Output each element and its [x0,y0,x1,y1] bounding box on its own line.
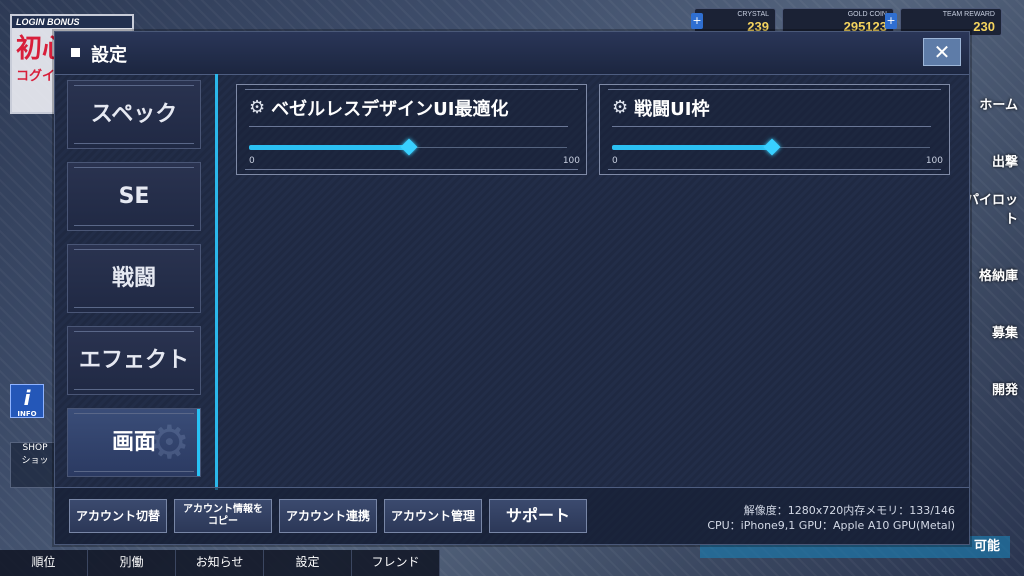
support-button[interactable]: サポート [489,499,587,533]
account-link-label: アカウント連携 [285,509,370,523]
system-info-resolution: 解像度：1280x720内存メモリ：133/146 [743,504,955,517]
close-button[interactable]: ✕ [923,38,961,66]
card-top-rule [608,89,941,90]
setting-header: ⚙ ベゼルレスデザインUI最適化 [249,95,508,121]
header-square-icon [71,48,80,57]
copy-account-info-label: アカウント情報を コピー [183,504,263,527]
nav-friends[interactable]: フレンド [352,550,440,576]
shop-sublabel: ショッ [21,456,49,466]
menu-pilot[interactable]: パイロット [962,174,1024,231]
team-reward-label: TEAM REWARD [942,11,995,18]
title-rule [249,126,568,127]
tab-screen-label: 画面 [111,430,156,455]
info-glyph: i [23,386,31,410]
team-reward-value: 230 [973,19,995,34]
tab-battle[interactable]: 戦闘 [67,244,201,313]
copy-account-info-button[interactable]: アカウント情報を コピー [174,499,272,533]
crystal-add-button[interactable]: + [691,13,703,29]
active-tab-indicator [197,409,200,476]
menu-recruit[interactable]: 募集 [962,288,1024,345]
account-switch-button[interactable]: アカウント切替 [69,499,167,533]
bottom-nav: 順位 別働 お知らせ 設定 フレンド [0,550,440,576]
system-info-hardware: CPU：iPhone9,1 GPU：Apple A10 GPU(Metal) [707,519,955,532]
tab-spec-label: スペック [90,102,178,127]
settings-sidebar: スペック SE 戦闘 エフェクト ⚙ 画面 [67,80,203,478]
menu-home[interactable]: ホーム [962,60,1024,117]
dialog-footer: アカウント切替 アカウント情報を コピー アカウント連携 アカウント管理 サポー… [55,487,969,544]
nav-news[interactable]: お知らせ [176,550,264,576]
slider-fill [612,145,774,150]
menu-sortie[interactable]: 出撃 [962,117,1024,174]
slider-track[interactable] [415,147,567,148]
nav-ranking[interactable]: 順位 [0,550,88,576]
tab-spec[interactable]: スペック [67,80,201,149]
slider-fill [249,145,411,150]
account-manage-label: アカウント管理 [390,509,475,523]
title-rule [612,126,931,127]
slider-thumb[interactable] [400,138,418,156]
dialog-header: 設定 ✕ [55,32,969,75]
slider-thumb[interactable] [763,138,781,156]
gold-label: GOLD COIN [847,11,887,18]
menu-hangar[interactable]: 格納庫 [962,231,1024,288]
account-manage-button[interactable]: アカウント管理 [384,499,482,533]
sidebar-divider [215,74,218,490]
menu-develop[interactable]: 開発 [962,345,1024,402]
setting-title: ベゼルレスデザインUI最適化 [271,99,509,120]
card-top-rule [245,89,578,90]
right-menu: ホーム 出撃 パイロット 格納庫 募集 開発 [962,60,1024,460]
slider-min-label: 0 [612,156,618,166]
slider-min-label: 0 [249,156,255,166]
shop-label: SHOP [22,443,48,453]
slider-max-label: 100 [562,156,580,166]
nav-detached[interactable]: 別働 [88,550,176,576]
tab-screen[interactable]: ⚙ 画面 [67,408,201,477]
setting-title: 戦闘UI枠 [634,99,710,120]
gold-add-button[interactable]: + [885,13,897,29]
slider-max-label: 100 [925,156,943,166]
tab-effect-label: エフェクト [78,348,189,373]
support-label: サポート [505,506,570,525]
tab-effect[interactable]: エフェクト [67,326,201,395]
nav-settings[interactable]: 設定 [264,550,352,576]
tab-se-label: SE [118,184,150,209]
setting-header: ⚙ 戦闘UI枠 [612,95,709,121]
login-bonus-title: LOGIN BONUS [12,16,132,28]
shop-icon[interactable]: SHOP ショッ [10,442,60,488]
setting-battle-ui-frame: ⚙ 戦闘UI枠 0 100 [599,84,950,175]
tab-battle-label: 戦闘 [111,266,156,291]
settings-dialog: 設定 ✕ スペック SE 戦闘 エフェクト ⚙ 画面 ⚙ ベゼルレスデザインUI… [54,31,970,545]
account-switch-label: アカウント切替 [75,509,160,523]
left-shortcuts: i INFO SHOP ショッ [10,384,60,488]
setting-bezelless-ui: ⚙ ベゼルレスデザインUI最適化 0 100 [236,84,587,175]
info-label: INFO [17,410,37,418]
crystal-label: CRYSTAL [737,11,769,18]
tab-se[interactable]: SE [67,162,201,231]
gear-icon: ⚙ [612,97,629,118]
card-bottom-rule [245,169,578,170]
gear-icon: ⚙ [249,97,266,118]
system-info: 解像度：1280x720内存メモリ：133/146 CPU：iPhone9,1 … [707,503,955,533]
dialog-title: 設定 [91,45,127,66]
slider-track[interactable] [778,147,930,148]
account-link-button[interactable]: アカウント連携 [279,499,377,533]
info-icon[interactable]: i INFO [10,384,44,418]
card-bottom-rule [608,169,941,170]
close-icon: ✕ [933,40,951,64]
